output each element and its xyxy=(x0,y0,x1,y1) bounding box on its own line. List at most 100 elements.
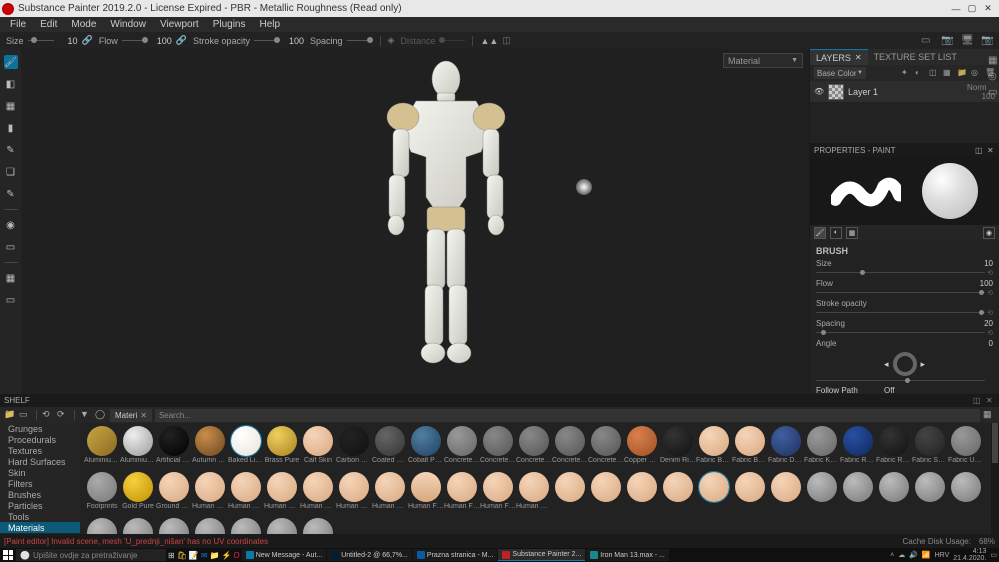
material-item[interactable] xyxy=(948,471,984,517)
distance-slider[interactable] xyxy=(439,40,465,41)
material-item[interactable]: Fabric Base... xyxy=(732,425,768,471)
bake-tool[interactable]: ▦ xyxy=(4,271,18,285)
material-item[interactable]: Footprints xyxy=(84,471,120,517)
undock-icon[interactable]: ◫ xyxy=(973,396,982,405)
material-item[interactable]: Human Chi... xyxy=(300,471,336,517)
add-folder-icon[interactable]: 📁 xyxy=(957,68,967,78)
flow-slider[interactable] xyxy=(122,40,148,41)
material-item[interactable]: Concrete S... xyxy=(552,425,588,471)
material-item[interactable]: Brass Pure xyxy=(264,425,300,471)
shelf-cat-skin[interactable]: Skin xyxy=(0,467,80,478)
flow-value[interactable]: 100 xyxy=(152,36,172,46)
side-icon[interactable]: ◎ xyxy=(988,71,998,81)
material-item[interactable] xyxy=(84,517,120,534)
material-item[interactable] xyxy=(696,471,732,517)
material-item[interactable]: Aluminium ... xyxy=(84,425,120,471)
material-item[interactable] xyxy=(876,471,912,517)
menu-mode[interactable]: Mode xyxy=(65,19,102,30)
size-slider[interactable]: ⟲ xyxy=(816,270,993,275)
material-item[interactable] xyxy=(264,517,300,534)
side-icon[interactable]: ▦ xyxy=(988,55,998,65)
remove-chip-icon[interactable]: ✕ xyxy=(140,411,147,420)
forward-icon[interactable]: ⟳ xyxy=(57,409,69,421)
material-item[interactable]: Fabric Deni... xyxy=(768,425,804,471)
taskbar-search[interactable]: ⚪Upišite ovdje za pretraživanje xyxy=(16,549,166,561)
minimize-button[interactable]: — xyxy=(949,3,963,15)
material-item[interactable] xyxy=(588,471,624,517)
material-item[interactable]: Human Fac... xyxy=(444,471,480,517)
material-picker-tool[interactable]: ✎ xyxy=(4,187,18,201)
selection-tool[interactable]: ▭ xyxy=(4,240,18,254)
close-icon[interactable]: ✕ xyxy=(987,146,995,154)
visibility-icon[interactable]: 👁 xyxy=(814,87,824,96)
add-layer-icon[interactable]: ◫ xyxy=(929,68,939,78)
tray-network-icon[interactable]: 📶 xyxy=(922,551,931,559)
taskbar-app[interactable]: New Message - Aut... xyxy=(242,549,327,561)
material-item[interactable]: Cobalt Pure xyxy=(408,425,444,471)
import-icon[interactable]: 📁 xyxy=(4,409,16,421)
pinned-app-icon[interactable]: 📝 xyxy=(189,551,199,560)
material-item[interactable]: Baked Light... xyxy=(228,425,264,471)
opacity-slider[interactable]: ⟲ xyxy=(816,310,993,315)
add-smart-icon[interactable]: ◎ xyxy=(971,68,981,78)
shelf-cat-particles[interactable]: Particles xyxy=(0,500,80,511)
settings-tool[interactable]: ▭ xyxy=(4,293,18,307)
material-item[interactable]: Fabric Soft ... xyxy=(912,425,948,471)
layer-name[interactable]: Layer 1 xyxy=(848,87,963,97)
polygon-fill-tool[interactable]: ◉ xyxy=(4,218,18,232)
material-item[interactable] xyxy=(768,471,804,517)
material-item[interactable] xyxy=(228,517,264,534)
monitor-icon[interactable]: 🖥 xyxy=(961,35,975,47)
material-item[interactable]: Concrete D... xyxy=(516,425,552,471)
close-icon[interactable]: ✕ xyxy=(855,53,862,62)
material-item[interactable] xyxy=(732,471,768,517)
opacity-value[interactable]: 100 xyxy=(284,36,304,46)
paint-tool[interactable]: 🖌 xyxy=(4,55,18,69)
material-item[interactable]: Fabric Knitt... xyxy=(804,425,840,471)
tray-volume-icon[interactable]: 🔊 xyxy=(909,551,918,559)
taskbar-app[interactable]: Substance Painter 2... xyxy=(498,549,585,561)
mirror-icon[interactable]: ▲▲ xyxy=(480,36,498,46)
render-icon[interactable]: 📷 xyxy=(981,35,995,47)
menu-plugins[interactable]: Plugins xyxy=(207,19,252,30)
tray-language[interactable]: HRV xyxy=(935,552,950,559)
material-item[interactable]: Carbon Fiber xyxy=(336,425,372,471)
tab-layers[interactable]: LAYERS✕ xyxy=(810,49,868,65)
home-icon[interactable]: ▭ xyxy=(19,409,31,421)
opacity-max-slider[interactable] xyxy=(254,40,280,41)
reload-icon[interactable]: ◯ xyxy=(95,409,107,421)
spacing-slider[interactable]: ⟲ xyxy=(816,330,993,335)
add-mask-icon[interactable]: ◐ xyxy=(915,68,925,78)
material-item[interactable]: Concrete S... xyxy=(588,425,624,471)
clone-tool[interactable]: ❏ xyxy=(4,165,18,179)
material-item[interactable] xyxy=(552,471,588,517)
shelf-cat-grunges[interactable]: Grunges xyxy=(0,423,80,434)
material-item[interactable] xyxy=(624,471,660,517)
material-item[interactable] xyxy=(120,517,156,534)
material-item[interactable]: Fabric UV ... xyxy=(948,425,984,471)
filter-icon[interactable]: ▼ xyxy=(80,409,92,421)
start-button[interactable] xyxy=(2,549,14,561)
material-item[interactable]: Fabric Rou... xyxy=(840,425,876,471)
side-icon[interactable]: ▭ xyxy=(988,87,998,97)
material-item[interactable]: Human Ch... xyxy=(264,471,300,517)
pinned-app-icon[interactable]: 🛍 xyxy=(177,551,187,560)
tab-texture-set-list[interactable]: TEXTURE SET LIST xyxy=(868,49,963,65)
angle-slider[interactable] xyxy=(816,378,993,383)
viewport-split-icon[interactable]: ▭ xyxy=(921,35,935,47)
taskbar-app[interactable]: Untitled-2 @ 66,7%... xyxy=(327,549,412,561)
layer-row[interactable]: 👁 Layer 1 Norm 100 xyxy=(810,81,999,103)
close-icon[interactable]: ✕ xyxy=(986,396,995,405)
taskbar-clock[interactable]: 4:1321.4.2020. xyxy=(953,548,986,562)
material-item[interactable]: Gold Pure xyxy=(120,471,156,517)
menu-window[interactable]: Window xyxy=(104,19,152,30)
channel-material[interactable]: ◉ xyxy=(983,227,995,239)
material-item[interactable] xyxy=(804,471,840,517)
shelf-search[interactable]: Search... xyxy=(155,409,980,422)
material-item[interactable]: Concrete Cl... xyxy=(480,425,516,471)
menu-edit[interactable]: Edit xyxy=(34,19,63,30)
notifications-icon[interactable]: ▭ xyxy=(990,551,997,559)
add-effect-icon[interactable]: ✦ xyxy=(901,68,911,78)
material-item[interactable]: Human Fac... xyxy=(408,471,444,517)
pinned-app-icon[interactable]: ✉ xyxy=(201,551,208,560)
